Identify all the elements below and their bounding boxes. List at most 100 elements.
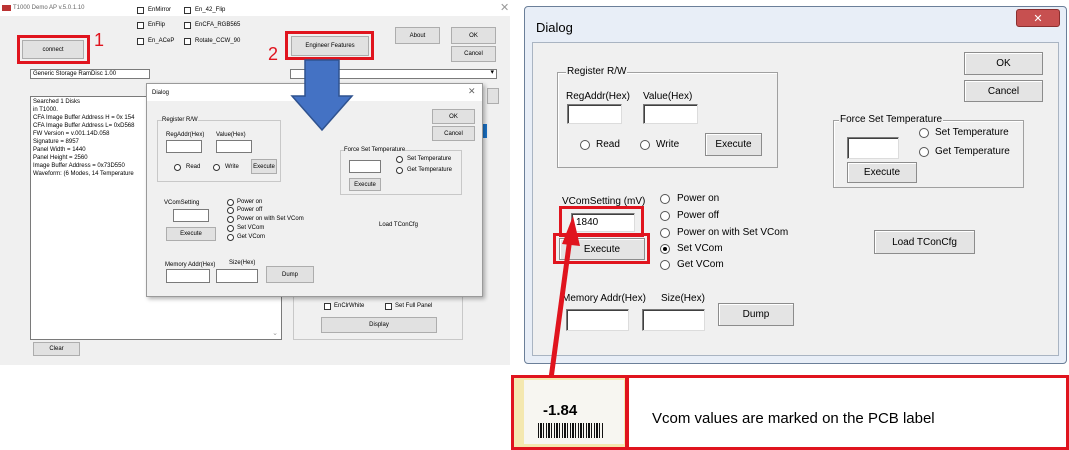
- power-on-label: Power on: [677, 193, 720, 204]
- force-temp-label: Force Set Temperature: [839, 114, 944, 125]
- small-write-label: Write: [225, 164, 239, 170]
- engineer-highlight: [285, 31, 374, 60]
- step-2-marker: 2: [268, 44, 279, 64]
- blue-accent: [483, 124, 487, 138]
- log-line: CFA Image Buffer Address H = 0x 154: [33, 115, 135, 121]
- write-label: Write: [656, 139, 680, 150]
- value-input[interactable]: [643, 104, 698, 124]
- small-power-on-set-vcom-radio[interactable]: [227, 216, 234, 223]
- app-close-icon[interactable]: ✕: [500, 1, 509, 14]
- log-line: Searched 1 Disks: [33, 99, 81, 105]
- small-power-off-label: Power off: [237, 207, 263, 213]
- load-tcon-button[interactable]: Load TConCfg: [874, 230, 975, 254]
- small-set-temp-label: Set Temperature: [407, 156, 452, 162]
- small-set-vcom-label: Set VCom: [237, 225, 265, 231]
- app-title: T1000 Demo AP v.5.0.1.10: [13, 5, 85, 11]
- dump-button[interactable]: Dump: [718, 303, 794, 326]
- log-line: Image Buffer Address = 0x73D550: [33, 163, 125, 169]
- get-vcom-radio[interactable]: [660, 260, 670, 270]
- regaddr-label: RegAddr(Hex): [566, 91, 630, 102]
- checkbox-encfa-label: EnCFA_RGB565: [195, 22, 241, 28]
- about-button[interactable]: About: [395, 27, 440, 44]
- small-dump-button[interactable]: Dump: [266, 266, 314, 283]
- zoom-dialog-close-button[interactable]: ✕: [1016, 9, 1060, 27]
- main-ok-button[interactable]: OK: [451, 27, 496, 44]
- read-label: Read: [596, 139, 620, 150]
- checkbox-encfa[interactable]: [184, 22, 191, 29]
- power-off-radio[interactable]: [660, 211, 670, 221]
- small-set-vcom-radio[interactable]: [227, 225, 234, 232]
- small-temp-execute-button[interactable]: Execute: [349, 178, 381, 191]
- set-temp-radio[interactable]: [919, 128, 929, 138]
- small-temp-input[interactable]: [349, 160, 381, 173]
- small-get-temp-label: Get Temperature: [407, 167, 452, 173]
- log-line: Panel Width = 1440: [33, 147, 86, 153]
- small-size-input[interactable]: [216, 269, 258, 283]
- checkbox-enmirror-label: EnMirror: [148, 7, 172, 13]
- set-vcom-radio[interactable]: [660, 244, 670, 254]
- small-vcom-input[interactable]: [173, 209, 209, 222]
- checkbox-enmirror[interactable]: [137, 7, 144, 14]
- size-label: Size(Hex): [661, 293, 705, 304]
- small-cancel-button[interactable]: Cancel: [432, 126, 475, 141]
- small-value-input[interactable]: [216, 140, 252, 153]
- checkbox-enclrwhite[interactable]: [324, 303, 331, 310]
- arrow-up-icon: [547, 216, 580, 386]
- small-write-radio[interactable]: [213, 164, 220, 171]
- temp-execute-button[interactable]: Execute: [847, 162, 917, 183]
- small-memory-addr-input[interactable]: [166, 269, 210, 283]
- connect-highlight: [17, 35, 90, 64]
- checkbox-en42flip-label: En_42_Flip: [195, 7, 226, 13]
- clear-button[interactable]: Clear: [33, 342, 80, 356]
- small-read-radio[interactable]: [174, 164, 181, 171]
- small-force-temp-label: Force Set Temperature: [344, 146, 406, 154]
- small-dialog-close-icon[interactable]: ✕: [468, 86, 476, 97]
- regaddr-input[interactable]: [567, 104, 622, 124]
- power-on-set-vcom-radio[interactable]: [660, 228, 670, 238]
- checkbox-rotate-label: Rotate_CCW_90: [195, 38, 241, 44]
- small-get-vcom-radio[interactable]: [227, 234, 234, 241]
- log-line: Waveform: (6 Modes, 14 Temperature: [33, 171, 134, 177]
- write-radio[interactable]: [640, 140, 650, 150]
- power-on-radio[interactable]: [660, 194, 670, 204]
- small-load-tcon-link[interactable]: Load TConCfg: [379, 221, 418, 229]
- checkbox-enclrwhite-label: EnClrWhite: [334, 303, 365, 309]
- small-power-off-radio[interactable]: [227, 207, 234, 214]
- small-vcom-label: VComSetting: [164, 200, 200, 206]
- checkbox-setfullpanel[interactable]: [385, 303, 392, 310]
- small-vcom-execute-button[interactable]: Execute: [166, 227, 216, 241]
- temp-input[interactable]: [847, 137, 899, 159]
- side-button[interactable]: [487, 88, 499, 104]
- size-input[interactable]: [642, 309, 705, 331]
- small-register-label: Register R/W: [162, 116, 198, 124]
- small-power-on-radio[interactable]: [227, 199, 234, 206]
- display-button[interactable]: Display: [321, 317, 437, 333]
- checkbox-enacep[interactable]: [137, 38, 144, 45]
- small-get-temp-radio[interactable]: [396, 167, 403, 174]
- small-register-execute-button[interactable]: Execute: [251, 159, 277, 174]
- small-set-temp-radio[interactable]: [396, 156, 403, 163]
- log-line: CFA Image Buffer Address L= 0xD568: [33, 123, 135, 129]
- small-regaddr-input[interactable]: [166, 140, 202, 153]
- small-memory-addr-label: Memory Addr(Hex): [165, 262, 216, 268]
- checkbox-rotate[interactable]: [184, 38, 191, 45]
- close-icon: ✕: [1033, 12, 1043, 25]
- small-ok-button[interactable]: OK: [432, 109, 475, 124]
- checkbox-en42flip[interactable]: [184, 7, 191, 14]
- log-line: Signature = 8957: [33, 139, 79, 145]
- log-lines: Searched 1 Disks in T1000. CFA Image Buf…: [33, 98, 134, 178]
- read-radio[interactable]: [580, 140, 590, 150]
- checkbox-enflip[interactable]: [137, 22, 144, 29]
- log-line: Panel Height = 2560: [33, 155, 88, 161]
- scroll-down-icon[interactable]: ⌄: [272, 329, 278, 337]
- step-1-marker: 1: [94, 30, 105, 50]
- disk-select[interactable]: Generic Storage RamDisc 1.00: [30, 69, 150, 79]
- register-execute-button[interactable]: Execute: [705, 133, 762, 156]
- main-cancel-button[interactable]: Cancel: [451, 46, 496, 62]
- get-temp-radio[interactable]: [919, 147, 929, 157]
- power-off-label: Power off: [677, 210, 720, 221]
- ok-button[interactable]: OK: [964, 52, 1043, 75]
- checkbox-enflip-label: EnFlip: [148, 22, 166, 28]
- small-get-vcom-label: Get VCom: [237, 234, 266, 240]
- cancel-button[interactable]: Cancel: [964, 80, 1043, 102]
